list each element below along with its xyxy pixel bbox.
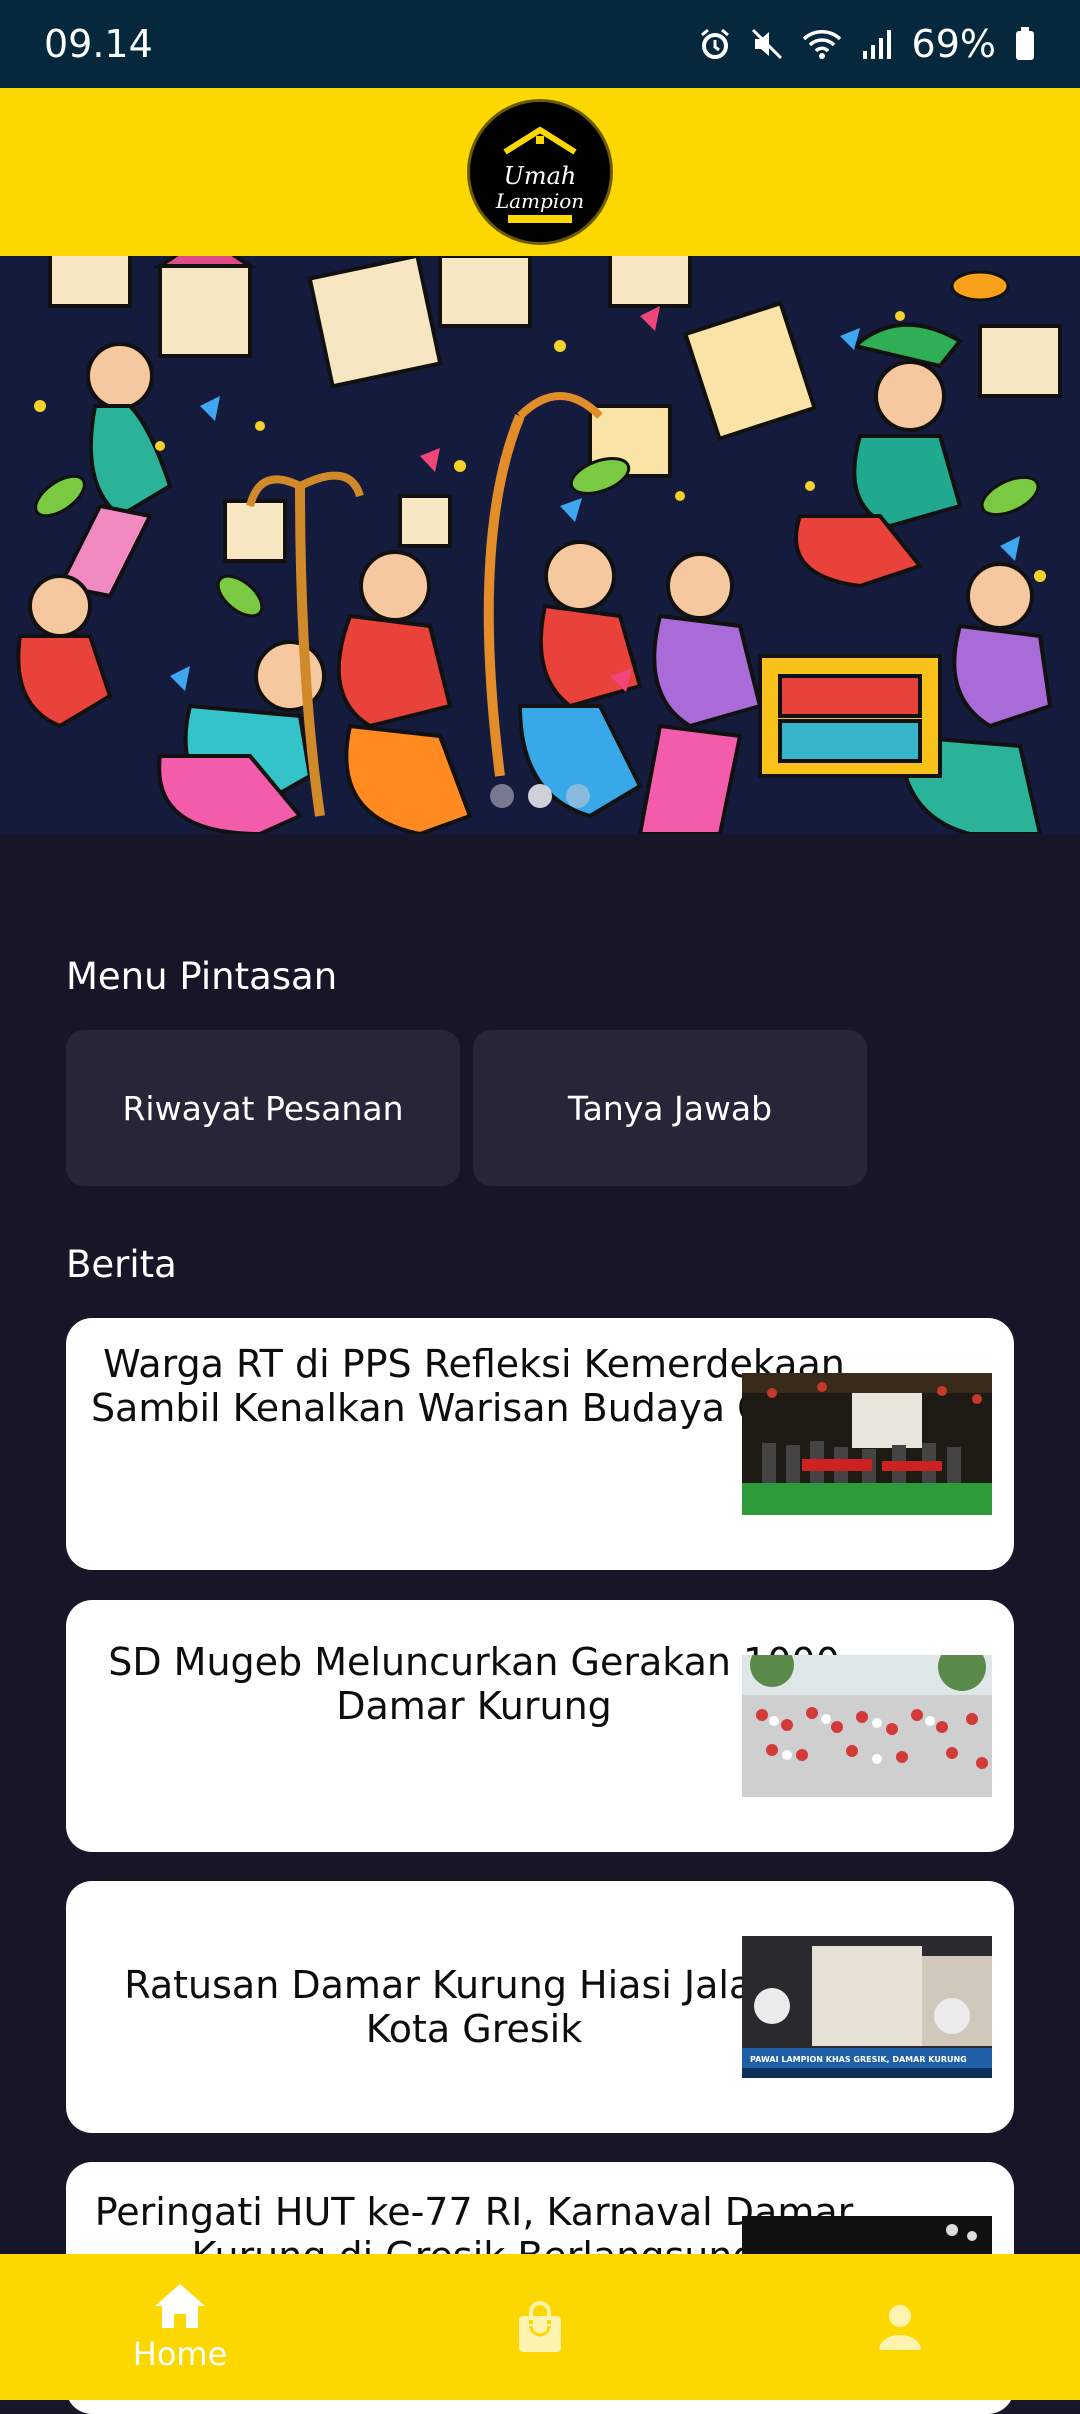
wifi-icon: [802, 30, 841, 59]
app-header: Umah Lampion: [0, 88, 1080, 256]
signal-icon: [862, 30, 891, 59]
home-icon: [155, 2284, 205, 2328]
news-thumbnail: [742, 1655, 992, 1797]
logo[interactable]: Umah Lampion: [467, 99, 613, 245]
hero-illustration: [0, 256, 1080, 834]
order-history-button[interactable]: Riwayat Pesanan: [66, 1030, 460, 1186]
faq-button[interactable]: Tanya Jawab: [473, 1030, 867, 1186]
news-thumbnail: [742, 1373, 992, 1515]
svg-text:Umah: Umah: [504, 162, 577, 190]
alarm-icon: [700, 28, 729, 59]
status-bar: 09.14 69%: [0, 0, 1080, 88]
order-history-label: Riwayat Pesanan: [122, 1088, 404, 1128]
nav-home-label: Home: [132, 2335, 228, 2373]
news-card[interactable]: SD Mugeb Meluncurkan Gerakan 1000 Damar …: [66, 1600, 1014, 1852]
shopping-bag-icon: [519, 2301, 561, 2352]
nav-profile[interactable]: [720, 2254, 1080, 2400]
status-time: 09.14: [44, 22, 153, 66]
news-card[interactable]: Ratusan Damar Kurung Hiasi Jalanan Kota …: [66, 1881, 1014, 2133]
battery-percent: 69%: [911, 22, 996, 66]
news-thumb-caption: PAWAI LAMPION KHAS GRESIK, DAMAR KURUNG: [750, 2055, 967, 2064]
carousel-dot[interactable]: [490, 784, 514, 808]
status-icons: 69%: [698, 22, 1036, 66]
news-heading: Berita: [66, 1243, 177, 1286]
battery-icon: [1016, 27, 1034, 60]
svg-text:Lampion: Lampion: [495, 189, 584, 213]
logo-graphic: Umah Lampion: [495, 126, 584, 223]
nav-shop[interactable]: [360, 2254, 720, 2400]
carousel-dot-active[interactable]: [528, 784, 552, 808]
mute-icon: [751, 28, 782, 60]
carousel-dot[interactable]: [566, 784, 590, 808]
hero-banner[interactable]: [0, 256, 1080, 834]
faq-label: Tanya Jawab: [567, 1088, 773, 1128]
news-card[interactable]: Warga RT di PPS Refleksi Kemerdekaan Sam…: [66, 1318, 1014, 1570]
nav-home[interactable]: Home: [0, 2254, 360, 2400]
shortcuts-heading: Menu Pintasan: [66, 955, 338, 998]
news-thumbnail: PAWAI LAMPION KHAS GRESIK, DAMAR KURUNG: [742, 1936, 992, 2078]
person-icon: [879, 2305, 921, 2350]
carousel-dots: [0, 784, 1080, 808]
bottom-nav: Home: [0, 2254, 1080, 2400]
